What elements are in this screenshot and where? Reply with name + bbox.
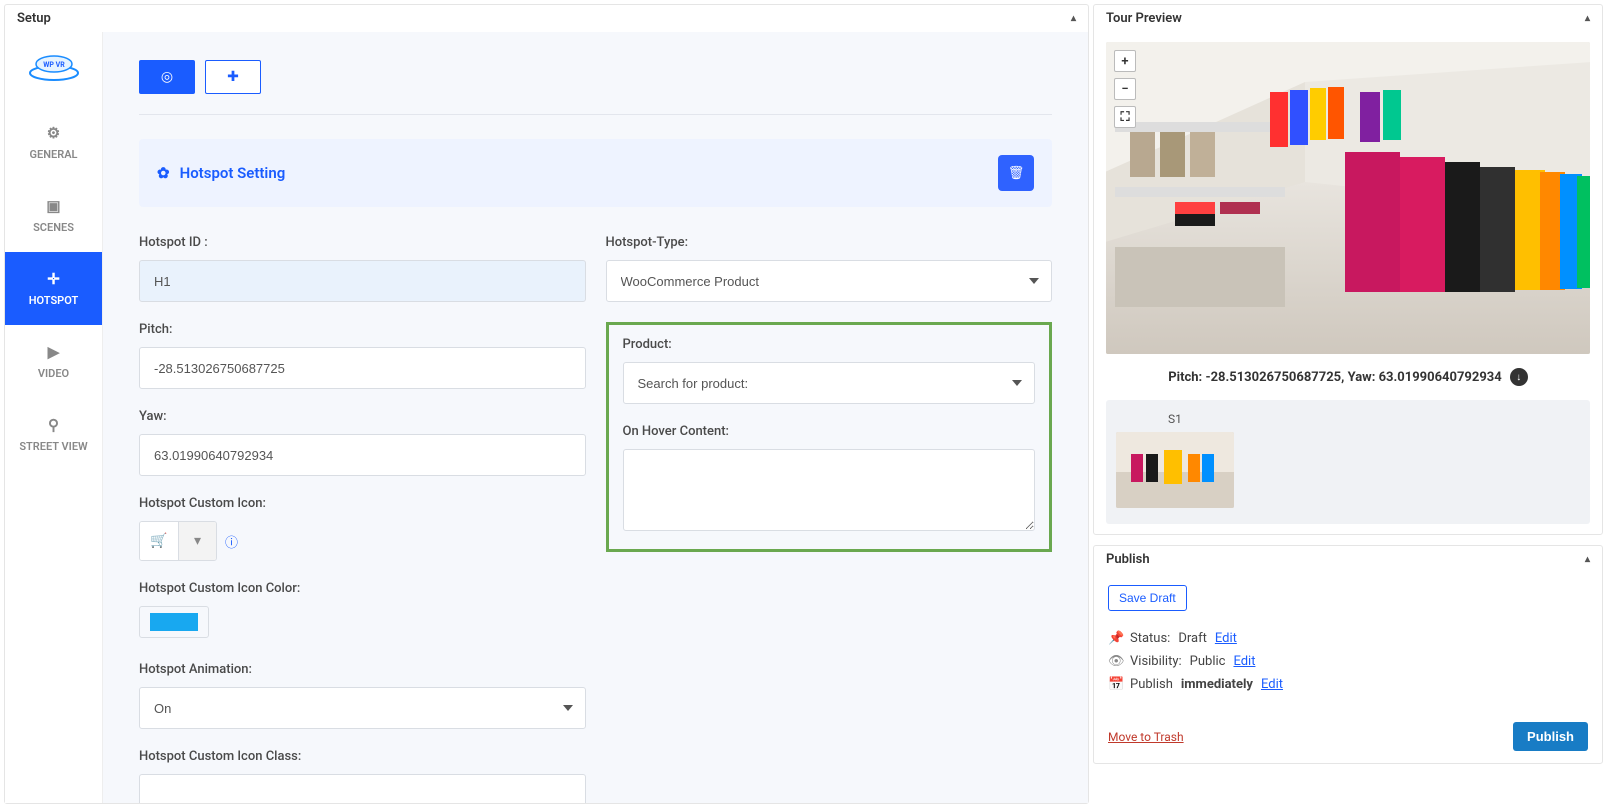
panorama-viewer[interactable]: + − ⛶: [1106, 42, 1590, 354]
hotspot-type-label: Hotspot-Type:: [606, 235, 1053, 250]
setup-title: Setup: [17, 11, 51, 26]
save-draft-button[interactable]: Save Draft: [1108, 585, 1187, 611]
trash-icon: 🗑: [1008, 166, 1025, 181]
publish-panel: Publish ▴ Save Draft 📌 Status: Draft Edi…: [1093, 545, 1603, 764]
zoom-in-button[interactable]: +: [1114, 50, 1136, 72]
calendar-icon: 📅: [1108, 677, 1122, 692]
nav-label: STREET VIEW: [19, 440, 87, 453]
add-hotspot-button[interactable]: ✚: [205, 60, 261, 94]
nav-streetview[interactable]: ⚲ STREET VIEW: [5, 398, 102, 471]
publish-header[interactable]: Publish ▴: [1094, 546, 1602, 573]
color-swatch: [150, 613, 198, 631]
video-icon: ▶: [9, 343, 98, 361]
eye-icon: 👁: [1108, 654, 1122, 669]
panorama-image: [1106, 42, 1590, 354]
status-row: 📌 Status: Draft Edit: [1108, 631, 1588, 646]
nav-label: GENERAL: [30, 148, 78, 161]
move-to-trash-link[interactable]: Move to Trash: [1108, 730, 1184, 744]
icon-preview-button[interactable]: 🛒: [140, 522, 178, 560]
animation-select[interactable]: On: [139, 687, 586, 729]
coords-text: Pitch: -28.513026750687725, Yaw: 63.0199…: [1168, 370, 1501, 385]
hover-label: On Hover Content:: [623, 424, 1036, 439]
hotspot-tab-1[interactable]: ◎: [139, 60, 195, 94]
nav-label: VIDEO: [38, 367, 69, 380]
divider: [139, 114, 1052, 115]
scene-thumb-s1[interactable]: [1116, 432, 1234, 508]
visibility-label: Visibility:: [1130, 654, 1182, 669]
gear-icon: ⚙: [9, 124, 98, 142]
schedule-edit-link[interactable]: Edit: [1261, 677, 1283, 692]
tour-preview-panel: Tour Preview ▴: [1093, 4, 1603, 535]
fullscreen-button[interactable]: ⛶: [1114, 106, 1136, 128]
streetview-icon: ⚲: [9, 416, 98, 434]
delete-hotspot-button[interactable]: 🗑: [998, 155, 1034, 191]
download-button[interactable]: ↓: [1510, 368, 1528, 386]
svg-text:WP VR: WP VR: [43, 61, 65, 69]
wpvr-logo-icon: WP VR: [27, 52, 81, 82]
schedule-value: immediately: [1181, 677, 1253, 692]
nav-general[interactable]: ⚙ GENERAL: [5, 106, 102, 179]
scene-thumbnails: S1: [1106, 400, 1590, 524]
preview-title: Tour Preview: [1106, 11, 1182, 26]
color-picker[interactable]: [139, 606, 209, 638]
visibility-value: Public: [1190, 654, 1226, 669]
visibility-edit-link[interactable]: Edit: [1233, 654, 1255, 669]
product-select[interactable]: Search for product:: [623, 362, 1036, 404]
nav-hotspot[interactable]: ✛ HOTSPOT: [5, 252, 102, 325]
nav-video[interactable]: ▶ VIDEO: [5, 325, 102, 398]
thumb-image: [1116, 432, 1234, 508]
schedule-row: 📅 Publish immediately Edit: [1108, 677, 1588, 692]
nav-label: SCENES: [33, 221, 74, 234]
pin-icon: 📌: [1108, 631, 1122, 646]
image-icon: ▣: [9, 197, 98, 215]
cart-icon: 🛒: [150, 533, 167, 549]
visibility-row: 👁 Visibility: Public Edit: [1108, 654, 1588, 669]
hotspot-content: ◎ ✚ ✿ Hotspot Setting 🗑: [103, 32, 1088, 803]
status-value: Draft: [1178, 631, 1207, 646]
status-edit-link[interactable]: Edit: [1215, 631, 1237, 646]
yaw-label: Yaw:: [139, 409, 586, 424]
hover-textarea[interactable]: [623, 449, 1036, 531]
icon-class-input[interactable]: [139, 774, 586, 803]
custom-icon-label: Hotspot Custom Icon:: [139, 496, 586, 511]
thumb-label: S1: [1116, 410, 1580, 432]
section-title: Hotspot Setting: [180, 164, 286, 182]
info-icon[interactable]: ⓘ: [225, 532, 238, 551]
zoom-out-button[interactable]: −: [1114, 78, 1136, 100]
logo: WP VR: [5, 32, 102, 106]
hotspot-tabs: ◎ ✚: [139, 60, 1052, 94]
nav-scenes[interactable]: ▣ SCENES: [5, 179, 102, 252]
pitch-input[interactable]: [139, 347, 586, 389]
animation-label: Hotspot Animation:: [139, 662, 586, 677]
setup-panel: Setup ▴ WP VR ⚙ GENERAL ▣: [4, 4, 1089, 804]
caret-up-icon: ▴: [1585, 554, 1590, 565]
sidebar: WP VR ⚙ GENERAL ▣ SCENES ✛ HOTSPOT ▶: [5, 32, 103, 803]
hotspot-id-input[interactable]: [139, 260, 586, 302]
product-label: Product:: [623, 337, 1036, 352]
hotspot-id-label: Hotspot ID :: [139, 235, 586, 250]
preview-header[interactable]: Tour Preview ▴: [1094, 5, 1602, 32]
schedule-label: Publish: [1130, 677, 1173, 692]
gear-icon: ✿: [157, 164, 170, 182]
nav-label: HOTSPOT: [29, 294, 79, 307]
pitch-label: Pitch:: [139, 322, 586, 337]
publish-title: Publish: [1106, 552, 1150, 567]
target-small-icon: ◎: [161, 69, 173, 85]
icon-dropdown-button[interactable]: ▾: [178, 522, 216, 560]
status-label: Status:: [1130, 631, 1170, 646]
hotspot-section-header: ✿ Hotspot Setting 🗑: [139, 139, 1052, 207]
hotspot-type-select[interactable]: WooCommerce Product: [606, 260, 1053, 302]
setup-header[interactable]: Setup ▴: [5, 5, 1088, 32]
publish-button[interactable]: Publish: [1513, 722, 1588, 751]
icon-class-label: Hotspot Custom Icon Class:: [139, 749, 586, 764]
caret-up-icon: ▴: [1071, 13, 1076, 24]
caret-down-icon: ▾: [194, 533, 201, 549]
preview-coords: Pitch: -28.513026750687725, Yaw: 63.0199…: [1106, 368, 1590, 386]
product-highlight-box: Product: Search for product: On Hover Co…: [606, 322, 1053, 552]
yaw-input[interactable]: [139, 434, 586, 476]
plus-icon: ✚: [227, 69, 239, 85]
target-icon: ✛: [9, 270, 98, 288]
color-label: Hotspot Custom Icon Color:: [139, 581, 586, 596]
caret-up-icon: ▴: [1585, 13, 1590, 24]
